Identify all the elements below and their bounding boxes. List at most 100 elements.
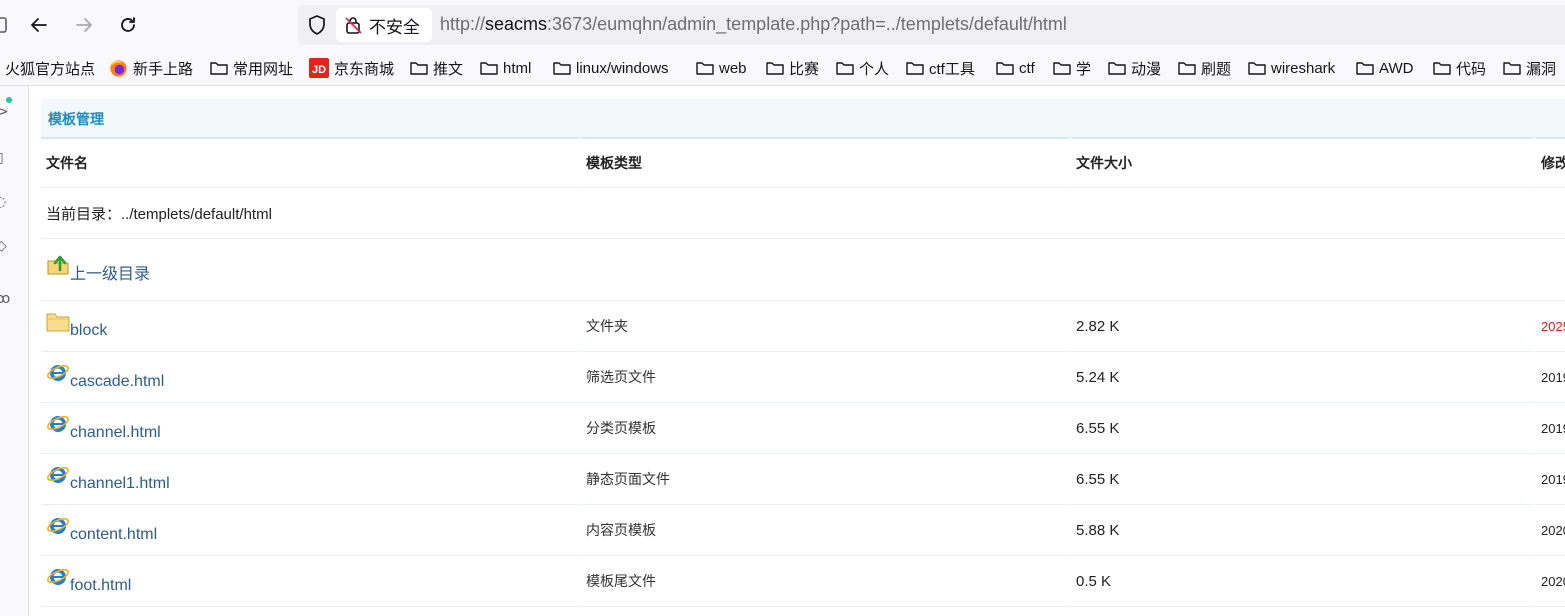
type-cell: 内容页模板 — [578, 505, 1068, 556]
size-cell: 0.5 K — [1068, 556, 1533, 607]
parent-directory-cell: 上一级目录 — [41, 239, 1565, 301]
bookmark-item[interactable]: 新手上路 — [109, 57, 193, 79]
bookmark-label: linux/windows — [576, 59, 669, 77]
bookmark-item[interactable]: 比赛 — [766, 57, 819, 79]
ie-icon[interactable] — [46, 462, 70, 490]
sidebar-clock-icon[interactable]: ◌ — [0, 194, 6, 210]
folder-up-icon[interactable] — [46, 253, 70, 281]
reload-icon — [121, 17, 135, 32]
bookmark-item[interactable]: JD 京东商城 — [309, 57, 394, 79]
folder-icon — [210, 62, 228, 75]
bookmark-item[interactable]: 推文 — [410, 57, 463, 79]
connection-insecure-badge[interactable]: 不安全 — [336, 8, 432, 42]
modified-cell: 2019 — [1533, 454, 1565, 505]
file-link[interactable]: channel.html — [70, 424, 161, 441]
bookmark-item[interactable]: html — [480, 57, 531, 79]
folder-icon — [480, 62, 498, 75]
panel-header: 模板管理 — [41, 99, 1565, 139]
bookmark-item[interactable]: 学 — [1053, 57, 1091, 79]
modified-cell: 2019 — [1533, 403, 1565, 454]
sidebar-history-icon[interactable]: ▯ — [0, 150, 4, 166]
url-path: :3673/eumqhn/admin_template.php?path=../… — [547, 14, 1067, 34]
column-header-modified: 修改 — [1533, 138, 1565, 188]
bookmark-item[interactable]: web — [696, 57, 747, 79]
file-table: 文件名 模板类型 文件大小 修改 当前目录：../templets/defaul… — [41, 138, 1565, 607]
modified-cell: 2020 — [1533, 505, 1565, 556]
file-link[interactable]: foot.html — [70, 577, 131, 594]
reload-button[interactable] — [113, 10, 143, 40]
file-link[interactable]: block — [70, 322, 107, 339]
browser-toolbar: 不安全 http://seacms:3673/eumqhn/admin_temp… — [0, 0, 1565, 50]
bookmark-item[interactable]: 漏洞 — [1503, 57, 1556, 79]
bookmark-item[interactable]: AWD — [1356, 57, 1413, 79]
ie-icon[interactable] — [46, 564, 70, 592]
bookmark-label: 推文 — [433, 60, 464, 78]
ie-icon[interactable] — [46, 513, 70, 541]
modified-cell: 2025 — [1533, 301, 1565, 352]
file-link[interactable]: channel1.html — [70, 475, 170, 492]
table-row: foot.html 模板尾文件 0.5 K 2020 — [41, 556, 1565, 607]
bookmark-item[interactable]: ctf工具 — [906, 57, 975, 79]
url-text[interactable]: http://seacms:3673/eumqhn/admin_template… — [440, 14, 1067, 35]
column-header-filename: 文件名 — [41, 138, 578, 188]
bookmark-label: 常用网址 — [233, 60, 294, 78]
file-link[interactable]: cascade.html — [70, 373, 164, 390]
type-cell: 静态页面文件 — [578, 454, 1068, 505]
type-cell: 分类页模板 — [578, 403, 1068, 454]
folder-icon — [1108, 62, 1126, 75]
column-header-type: 模板类型 — [578, 138, 1068, 188]
bookmark-label: ctf工具 — [929, 60, 975, 78]
ie-icon[interactable] — [46, 411, 70, 439]
bookmark-item[interactable]: 刷题 — [1178, 57, 1231, 79]
back-arrow-icon — [31, 18, 47, 32]
url-prefix: http:// — [440, 14, 486, 34]
bookmark-item[interactable]: linux/windows — [553, 57, 669, 79]
bookmark-item[interactable]: 个人 — [836, 57, 889, 79]
sidebar-settings-icon[interactable]: ꝏ — [0, 291, 10, 307]
bookmark-label: 比赛 — [789, 60, 820, 78]
parent-directory-link[interactable]: 上一级目录 — [70, 266, 150, 283]
folder-icon — [1433, 62, 1451, 75]
forward-button[interactable] — [69, 10, 99, 40]
type-cell: 模板尾文件 — [578, 556, 1068, 607]
folder-icon — [1356, 62, 1374, 75]
bookmark-label: wireshark — [1271, 59, 1336, 77]
folder-icon — [1053, 62, 1071, 75]
folder-icon — [996, 62, 1014, 75]
sidebar-strip: > ▯ ◌ ◇ ꝏ — [0, 86, 29, 616]
bookmark-item[interactable]: 动漫 — [1108, 57, 1161, 79]
column-header-size: 文件大小 — [1068, 138, 1533, 188]
sidebar-chevron-icon[interactable]: > — [0, 104, 9, 120]
back-button[interactable] — [24, 10, 54, 40]
bookmark-label: AWD — [1379, 59, 1414, 77]
file-link[interactable]: content.html — [70, 526, 157, 543]
filename-cell: channel.html — [41, 403, 578, 454]
ie-icon[interactable] — [46, 360, 70, 388]
bookmark-item[interactable]: 代码 — [1433, 57, 1486, 79]
firefox-icon — [110, 59, 127, 77]
sidebar-toggle-button[interactable] — [0, 10, 14, 40]
folder-icon[interactable] — [46, 310, 70, 336]
bookmark-label: 新手上路 — [133, 60, 194, 78]
size-cell: 2.82 K — [1068, 301, 1533, 352]
tracking-protection-shield-icon[interactable] — [306, 14, 328, 36]
type-cell: 筛选页文件 — [578, 352, 1068, 403]
bookmark-item[interactable]: wireshark — [1248, 57, 1335, 79]
size-cell: 6.55 K — [1068, 454, 1533, 505]
bookmark-item[interactable]: ctf — [996, 57, 1035, 79]
bookmark-item[interactable]: 常用网址 — [210, 57, 293, 79]
bookmark-item[interactable]: 火狐官方站点 — [5, 57, 95, 79]
forward-arrow-icon — [76, 18, 92, 32]
url-bar[interactable]: 不安全 http://seacms:3673/eumqhn/admin_temp… — [298, 5, 1565, 45]
filename-cell: content.html — [41, 505, 578, 556]
folder-icon — [1503, 62, 1521, 75]
sidebar-tag-icon[interactable]: ◇ — [0, 238, 7, 254]
folder-icon — [1248, 62, 1266, 75]
table-row: channel1.html 静态页面文件 6.55 K 2019 — [41, 454, 1565, 505]
panel-title: 模板管理 — [48, 112, 104, 128]
bookmark-label: 京东商城 — [334, 60, 395, 78]
filename-cell: block — [41, 301, 578, 352]
bookmarks-toolbar: 火狐官方站点 新手上路 常用网址 JD 京东商城 推文 html linux/w… — [0, 50, 1565, 86]
insecure-label: 不安全 — [369, 17, 420, 38]
bookmark-label: 学 — [1076, 60, 1092, 78]
